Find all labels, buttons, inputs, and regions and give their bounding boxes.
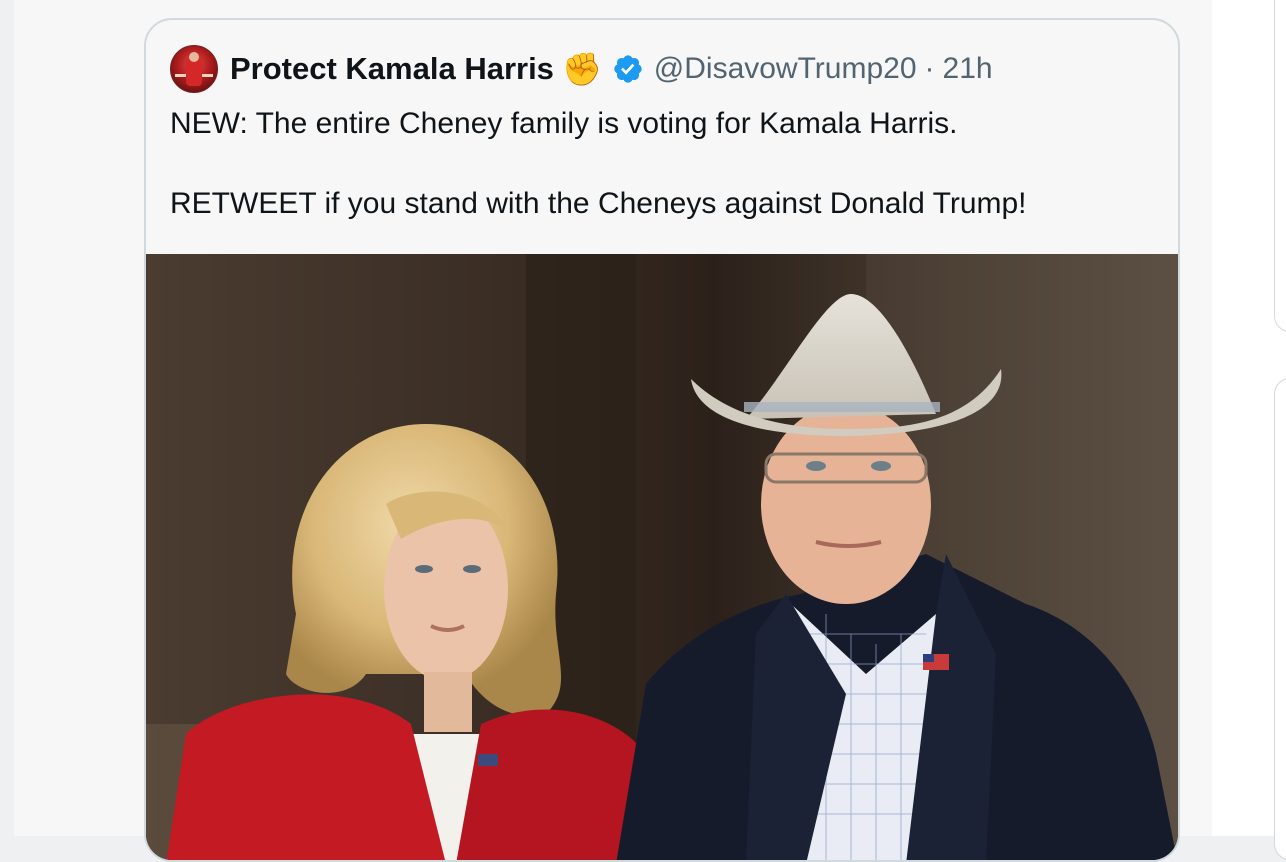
photo-illustration [146, 254, 1178, 860]
quoted-tweet-card[interactable]: Protect Kamala Harris ✊ @DisavowTrump20 … [144, 18, 1180, 862]
tweet-text-line: NEW: The entire Cheney family is voting … [170, 107, 958, 140]
avatar-icon[interactable] [170, 45, 218, 93]
sidebar-card [1274, 0, 1286, 332]
author-handle[interactable]: @DisavowTrump20 [654, 52, 917, 86]
tweet-body: NEW: The entire Cheney family is voting … [170, 104, 1150, 224]
verified-badge-icon[interactable] [612, 53, 644, 85]
tweet-header: Protect Kamala Harris ✊ @DisavowTrump20 … [170, 44, 993, 94]
tweet-timestamp[interactable]: 21h [943, 52, 993, 86]
sidebar-column [1212, 0, 1286, 860]
author-display-name[interactable]: Protect Kamala Harris [230, 51, 554, 87]
sidebar-card [1274, 378, 1286, 860]
tweet-photo[interactable] [146, 254, 1178, 860]
raised-fist-icon: ✊ [561, 51, 602, 87]
tweet-text-line: RETWEET if you stand with the Cheneys ag… [170, 187, 1027, 220]
separator-dot: · [924, 52, 935, 85]
